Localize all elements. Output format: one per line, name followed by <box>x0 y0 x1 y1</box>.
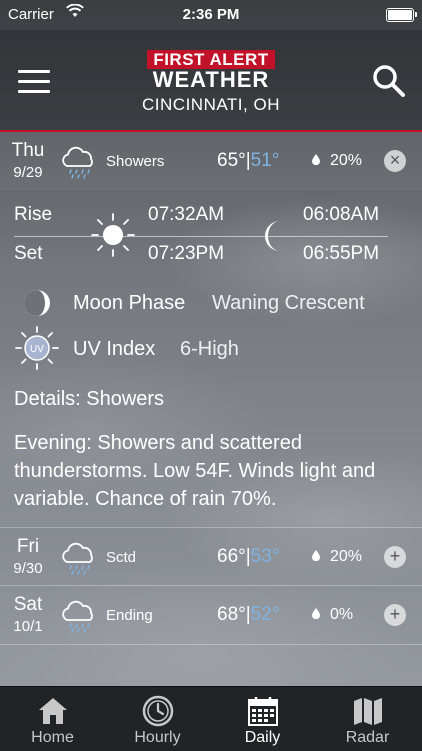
svg-text:UV: UV <box>30 344 44 355</box>
set-label: Set <box>14 243 43 264</box>
moon-crescent-icon <box>265 221 280 251</box>
high-temp: 66° <box>217 546 246 567</box>
moon-phase-value: Waning Crescent <box>212 292 365 314</box>
logo-weather: WEATHER <box>152 67 270 92</box>
day-date: 9/29 <box>13 164 43 181</box>
tab-label: Daily <box>244 729 281 746</box>
status-bar: Carrier 2:36 PM <box>0 0 422 30</box>
clock-icon <box>142 695 174 727</box>
sunset-time: 07:23PM <box>148 243 225 264</box>
tab-hourly[interactable]: Hourly <box>105 687 210 751</box>
day-details-panel: Rise Set 07:32AM 07:23PM 06:08AM 06:55PM… <box>0 190 422 526</box>
sun-horizon-icon <box>91 213 135 257</box>
uv-index-icon: UV <box>15 326 59 370</box>
collapse-button[interactable]: × <box>384 150 406 172</box>
expand-button[interactable]: + <box>384 546 406 568</box>
day-name: Fri <box>16 536 40 557</box>
cloud-rain-icon <box>62 542 93 575</box>
day-name: Thu <box>11 140 45 161</box>
precip-chance: 0% <box>330 606 354 623</box>
moon-phase-label: Moon Phase <box>73 292 186 314</box>
tab-label: Home <box>31 729 74 746</box>
day-name: Sat <box>13 594 43 615</box>
home-icon <box>39 698 67 724</box>
low-temp: 52° <box>250 604 280 625</box>
clock-time: 2:36 PM <box>182 6 240 23</box>
raindrop-icon <box>312 154 320 165</box>
rise-set-divider <box>14 236 388 237</box>
sunrise-time: 07:32AM <box>148 204 225 225</box>
evening-forecast: Evening: Showers and scattered thunderst… <box>14 432 376 510</box>
app-logo: FIRST ALERT WEATHER CINCINNATI, OH <box>0 50 422 115</box>
precip-chance: 20% <box>330 152 363 169</box>
moon-phase-icon <box>24 290 50 316</box>
raindrop-icon <box>312 608 320 619</box>
details-summary: Details: Showers <box>14 388 165 410</box>
tab-daily[interactable]: Daily <box>210 687 315 751</box>
day-row-thu[interactable]: Thu 9/29 Showers 65°|51° 20% × <box>0 132 422 190</box>
search-icon <box>373 65 405 97</box>
map-icon <box>354 698 382 725</box>
calendar-icon <box>248 697 278 726</box>
uv-index-label: UV Index <box>73 338 156 360</box>
condition-label: Showers <box>106 153 165 170</box>
day-date: 9/30 <box>13 560 43 577</box>
condition-label: Sctd <box>106 549 137 566</box>
plus-icon: + <box>389 604 401 624</box>
precip-chance: 20% <box>330 548 363 565</box>
cloud-rain-icon <box>62 600 93 633</box>
high-temp: 65° <box>217 150 246 171</box>
close-icon: × <box>389 150 401 170</box>
app-header: FIRST ALERT WEATHER CINCINNATI, OH <box>0 30 422 132</box>
rise-label: Rise <box>14 204 53 225</box>
tab-radar[interactable]: Radar <box>315 687 420 751</box>
temperature-range: 68°|52° <box>217 604 280 625</box>
tab-label: Radar <box>345 729 390 746</box>
moonrise-time: 06:08AM <box>303 204 380 225</box>
raindrop-icon <box>312 550 320 561</box>
high-temp: 68° <box>217 604 246 625</box>
expand-button[interactable]: + <box>384 604 406 626</box>
day-row-fri[interactable]: Fri 9/30 Sctd 66°|53° 20% + <box>0 527 422 586</box>
day-date: 10/1 <box>13 618 43 635</box>
cloud-rain-icon <box>62 146 93 179</box>
uv-index-value: 6-High <box>180 338 239 360</box>
battery-icon <box>386 8 417 22</box>
temperature-range: 66°|53° <box>217 546 280 567</box>
moonset-time: 06:55PM <box>303 243 380 264</box>
day-row-sat[interactable]: Sat 10/1 Ending 68°|52° 0% + <box>0 585 422 645</box>
temperature-range: 65°|51° <box>217 150 280 171</box>
location-label: CINCINNATI, OH <box>142 95 280 114</box>
search-button[interactable] <box>372 64 406 98</box>
low-temp: 53° <box>250 546 280 567</box>
tab-bar: Home Hourly Daily Radar <box>0 686 422 751</box>
tab-label: Hourly <box>134 729 181 746</box>
plus-icon: + <box>389 546 401 566</box>
low-temp: 51° <box>250 150 280 171</box>
condition-label: Ending <box>106 607 153 624</box>
tab-home[interactable]: Home <box>0 687 105 751</box>
